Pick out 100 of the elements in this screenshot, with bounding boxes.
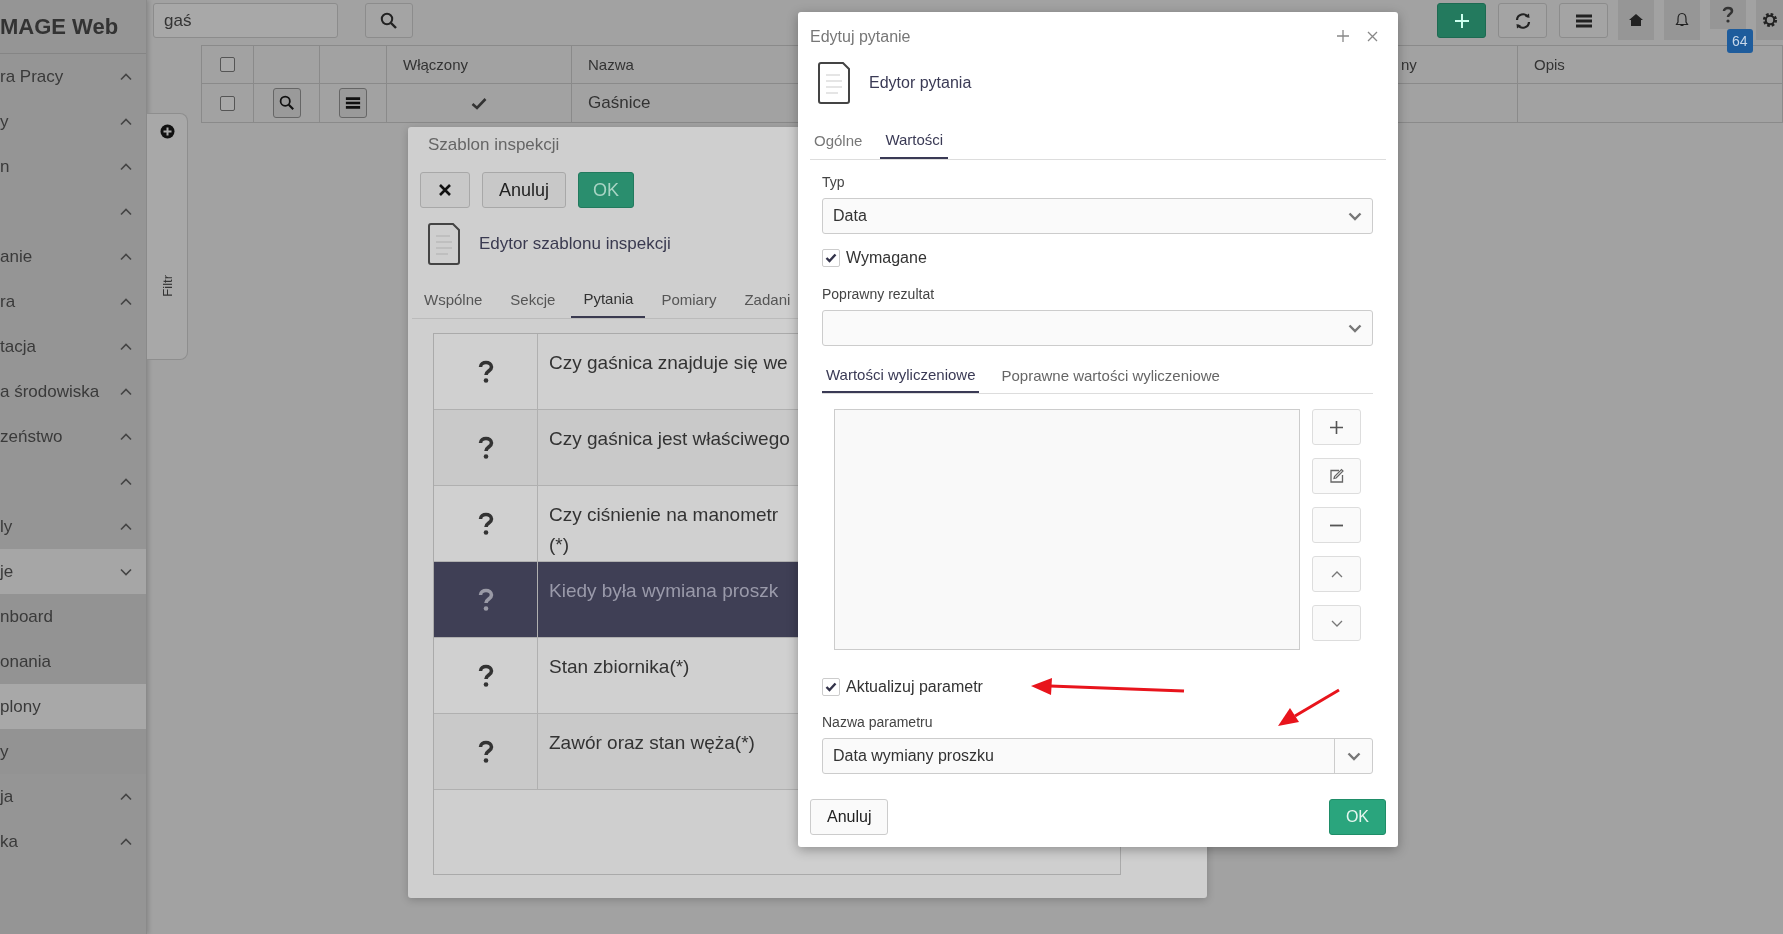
notification-button[interactable] [1664,0,1700,40]
maximize-icon[interactable] [1337,30,1349,42]
menu-icon [1574,13,1593,28]
help-count-badge: 64 [1727,29,1753,53]
required-checkbox[interactable] [822,249,840,267]
sidebar-item[interactable]: y [0,729,146,774]
chevron-down-icon [1348,211,1362,221]
select-all-checkbox[interactable] [220,57,235,72]
chevron-up-icon [120,837,132,846]
cancel-button[interactable]: Anuluj [810,799,889,835]
home-button[interactable] [1618,0,1654,40]
question-text: Czy gaśnica znajduje się we [549,351,788,375]
chevron-up-icon [120,117,132,126]
annotation-arrow [1278,688,1340,726]
type-select[interactable]: Data [822,198,1373,234]
sidebar-item[interactable]: y [0,99,146,144]
search-button[interactable] [365,3,413,38]
filter-label: Filtr [159,275,175,297]
chevron-up-icon [120,387,132,396]
question-icon [477,435,494,460]
sidebar-item[interactable]: tacja [0,324,146,369]
question-text: Kiedy była wymiana proszk [549,579,779,603]
close-button[interactable] [420,172,470,208]
sidebar-item[interactable]: ly [0,504,146,549]
search-field[interactable]: gaś [153,3,338,38]
search-icon [380,11,398,30]
sidebar-item[interactable]: onania [0,639,146,684]
column-header[interactable]: Nazwa [588,56,634,73]
tab[interactable]: Sekcje [498,280,568,318]
tab[interactable]: Zadani [732,280,803,318]
question-icon [477,511,494,536]
settings-icon [1760,11,1779,29]
document-icon [427,222,461,266]
sidebar-item[interactable]: n [0,144,146,189]
settings-button[interactable] [1756,0,1783,40]
sidebar-item[interactable]: nboard [0,594,146,639]
bell-icon [1675,12,1689,28]
sidebar-item[interactable]: zeństwo [0,414,146,459]
chevron-up-icon [1330,570,1343,578]
plus-icon [1453,12,1470,29]
table-cell: Gaśnice [588,93,651,113]
sidebar-item[interactable]: ja [0,774,146,819]
close-icon[interactable] [1367,31,1378,42]
edit-button[interactable] [1312,458,1361,494]
tab[interactable]: Wartości wyliczeniowe [822,357,980,393]
sidebar-item[interactable]: anie [0,234,146,279]
question-icon [477,359,494,384]
tab[interactable]: Wspólne [412,280,495,318]
tab[interactable]: Pytania [571,280,646,318]
document-icon [817,61,851,105]
update-parameter-checkbox[interactable] [822,678,840,696]
app-brand: MAGE Web [0,13,119,40]
question-text: Czy ciśnienie na manometr [549,503,779,527]
chevron-up-icon [120,792,132,801]
filter-panel-tab[interactable]: Filtr [147,113,188,360]
home-icon [1628,13,1644,27]
sidebar-item[interactable]: plony [0,684,146,729]
question-text: (*) [549,533,571,557]
chevron-up-icon [120,342,132,351]
tab[interactable]: Pomiary [649,280,729,318]
help-button[interactable] [1710,0,1746,29]
question-text: Stan zbiornika(*) [549,655,690,679]
question-icon [477,663,494,688]
edit-icon [1328,468,1345,484]
ok-button[interactable]: OK [578,172,635,208]
sidebar-item[interactable]: ra Pracy [0,54,146,99]
tab[interactable]: Wartości [880,122,949,159]
chevron-up-icon [120,432,132,441]
sidebar-item[interactable]: je [0,549,146,594]
chevron-up-icon [120,477,132,486]
question-icon [477,587,494,612]
ok-button[interactable]: OK [1328,799,1386,835]
sidebar-item[interactable]: ka [0,819,146,864]
column-header[interactable]: Włączony [403,56,469,73]
tab[interactable]: Ogólne [810,122,867,159]
column-header[interactable]: ny [1401,56,1417,73]
chevron-up-icon [120,162,132,171]
sidebar-item[interactable]: ra [0,279,146,324]
view-button[interactable] [272,88,301,118]
menu-button[interactable] [1559,3,1608,38]
chevron-down-icon [120,567,132,576]
chevron-up-icon [120,72,132,81]
row-checkbox[interactable] [220,95,235,111]
question-icon [477,739,494,764]
cancel-button[interactable]: Anuluj [482,172,567,208]
field-label: Nazwa parametru [822,714,934,730]
refresh-icon [1513,11,1532,30]
chevron-down-icon [1348,323,1362,333]
dialog-title: Edytuj pytanie [810,28,912,46]
row-menu-button[interactable] [339,88,367,118]
question-text: Czy gaśnica jest właściwego [549,427,790,451]
sidebar-item[interactable]: a środowiska [0,369,146,414]
remove-button[interactable] [1312,507,1361,543]
editor-heading: Edytor pytania [869,74,972,92]
chevron-down-icon [1330,619,1343,627]
add-button[interactable] [1437,3,1486,38]
parameter-select[interactable]: Data wymiany proszku [822,738,1373,774]
column-header[interactable]: Opis [1534,56,1565,73]
chevron-up-icon [120,522,132,531]
refresh-button[interactable] [1498,3,1547,38]
